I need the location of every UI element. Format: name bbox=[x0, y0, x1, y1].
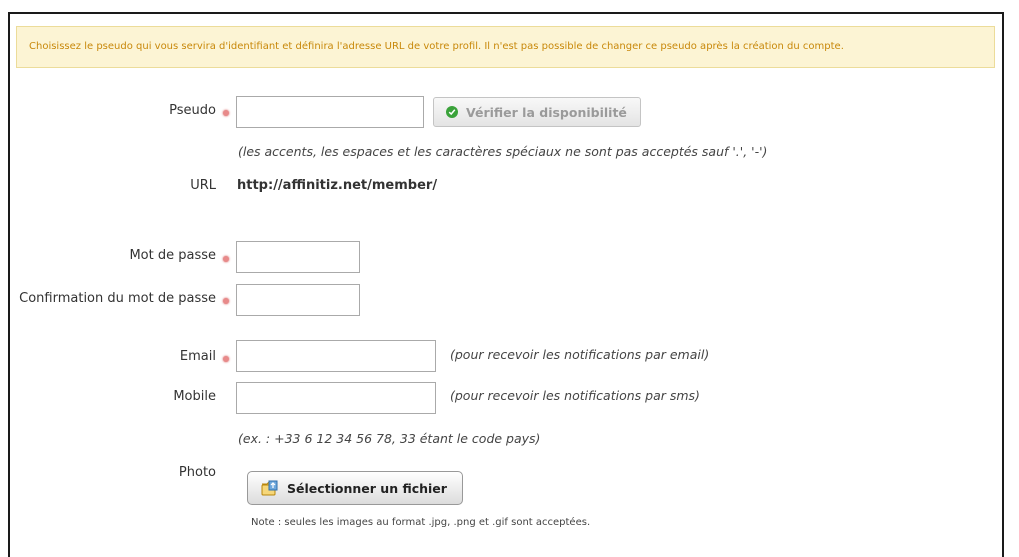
check-availability-button[interactable]: Vérifier la disponibilité bbox=[433, 97, 641, 127]
mobile-hint: (pour recevoir les notifications par sms… bbox=[450, 388, 700, 403]
photo-label: Photo bbox=[178, 465, 216, 480]
select-file-label: Sélectionner un fichier bbox=[287, 480, 447, 496]
mobile-input[interactable] bbox=[236, 382, 436, 414]
password-input[interactable] bbox=[236, 241, 360, 273]
email-input[interactable] bbox=[236, 340, 436, 372]
pseudo-input[interactable] bbox=[236, 96, 424, 128]
password-confirm-input[interactable] bbox=[236, 284, 360, 316]
folder-upload-icon bbox=[261, 480, 279, 496]
email-required-icon bbox=[223, 356, 229, 362]
mobile-label: Mobile bbox=[173, 389, 216, 404]
photo-format-note: Note : seules les images au format .jpg,… bbox=[251, 517, 591, 528]
email-hint: (pour recevoir les notifications par ema… bbox=[450, 347, 710, 362]
check-availability-label: Vérifier la disponibilité bbox=[466, 104, 627, 120]
pseudo-required-icon bbox=[223, 110, 229, 116]
profile-url-value: http://affinitiz.net/member/ bbox=[237, 178, 438, 193]
pseudo-label: Pseudo bbox=[169, 103, 216, 118]
url-label: URL bbox=[190, 178, 216, 193]
check-circle-icon bbox=[446, 106, 458, 118]
password-required-icon bbox=[223, 256, 229, 262]
pseudo-hint: (les accents, les espaces et les caractè… bbox=[238, 144, 768, 159]
mobile-example-hint: (ex. : +33 6 12 34 56 78, 33 étant le co… bbox=[238, 431, 541, 446]
select-file-button[interactable]: Sélectionner un fichier bbox=[247, 471, 463, 505]
password-label: Mot de passe bbox=[129, 248, 216, 263]
email-label: Email bbox=[179, 349, 216, 364]
password-confirm-required-icon bbox=[223, 298, 229, 304]
password-confirm-label: Confirmation du mot de passe bbox=[19, 291, 216, 306]
pseudo-notice: Choisissez le pseudo qui vous servira d'… bbox=[16, 26, 995, 68]
